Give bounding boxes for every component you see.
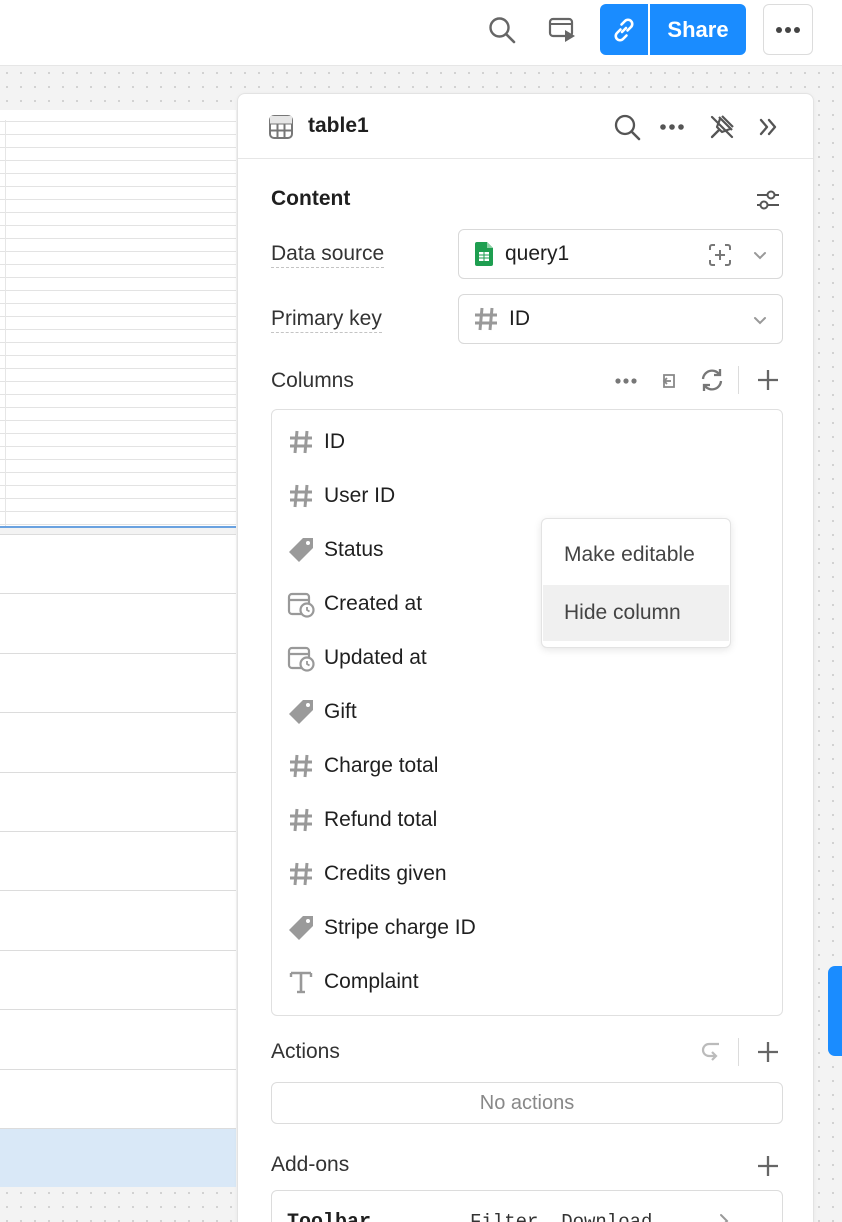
addon-name: Toolbar xyxy=(287,1211,371,1222)
table-row[interactable] xyxy=(0,890,236,950)
data-source-select[interactable]: query1 xyxy=(458,229,783,279)
table-row[interactable] xyxy=(0,712,236,772)
sliders-icon[interactable] xyxy=(752,184,784,216)
reset-icon[interactable] xyxy=(653,366,685,396)
menu-item-make-editable[interactable]: Make editable xyxy=(543,527,729,583)
content-section-title: Content xyxy=(271,187,351,210)
data-source-value: query1 xyxy=(505,242,570,265)
panel-header: table1 xyxy=(238,94,813,159)
column-label: Stripe charge ID xyxy=(324,916,476,939)
preview-icon[interactable] xyxy=(542,12,582,48)
table-icon xyxy=(268,114,294,145)
column-item[interactable]: Credits given xyxy=(286,859,447,889)
calendar-clock-icon xyxy=(286,589,316,619)
unpin-icon[interactable] xyxy=(706,111,738,143)
table-rows xyxy=(0,534,236,1188)
ellipsis-icon[interactable] xyxy=(610,366,642,396)
primary-key-label: Primary key xyxy=(271,307,382,333)
primary-key-value: ID xyxy=(509,307,530,330)
ellipsis-icon xyxy=(776,26,800,33)
column-label: Credits given xyxy=(324,862,447,885)
inspector-panel: table1 Content Data source query1 Primar… xyxy=(237,93,814,1222)
addons-title: Add-ons xyxy=(271,1153,350,1176)
divider xyxy=(738,366,739,394)
calendar-clock-icon xyxy=(286,643,316,673)
top-toolbar: Share xyxy=(0,0,842,66)
text-icon xyxy=(286,967,316,997)
column-label: Created at xyxy=(324,592,423,615)
tag-icon xyxy=(286,697,316,727)
add-column-icon[interactable] xyxy=(752,364,784,396)
table-component[interactable] xyxy=(0,110,236,528)
column-item[interactable]: Stripe charge ID xyxy=(286,913,476,943)
hash-icon xyxy=(473,306,499,332)
no-actions-placeholder: No actions xyxy=(271,1082,783,1124)
hash-icon xyxy=(286,859,316,889)
menu-item-hide-column[interactable]: Hide column xyxy=(543,585,729,641)
chevron-right-icon xyxy=(717,1213,731,1222)
column-item[interactable]: Status xyxy=(286,535,384,565)
link-icon[interactable] xyxy=(600,4,650,55)
tag-icon xyxy=(286,913,316,943)
column-label: User ID xyxy=(324,484,396,507)
chevron-down-icon xyxy=(752,312,768,328)
primary-key-select[interactable]: ID xyxy=(458,294,783,344)
addon-item-toolbar[interactable]: Toolbar Filter, Download xyxy=(271,1190,783,1222)
column-label: Gift xyxy=(324,700,357,723)
add-addon-icon[interactable] xyxy=(752,1150,784,1182)
hash-icon xyxy=(286,805,316,835)
column-label: Complaint xyxy=(324,970,419,993)
column-label: Refund total xyxy=(324,808,438,831)
table-row[interactable] xyxy=(0,652,236,713)
table-row[interactable] xyxy=(0,949,236,1010)
table-row[interactable] xyxy=(0,1068,236,1128)
addon-value: Filter, Download xyxy=(470,1211,653,1222)
column-context-menu: Make editable Hide column xyxy=(541,518,731,648)
column-label: Updated at xyxy=(324,646,427,669)
column-item[interactable]: Charge total xyxy=(286,751,438,781)
search-icon[interactable] xyxy=(611,111,643,143)
columns-list: ID User ID Status Created at Updated at … xyxy=(271,409,783,1016)
column-item[interactable]: Created at xyxy=(286,589,422,619)
hash-icon xyxy=(286,481,316,511)
ellipsis-icon[interactable] xyxy=(656,111,688,143)
column-item[interactable]: ID xyxy=(286,427,345,457)
share-group: Share xyxy=(600,4,746,55)
search-icon[interactable] xyxy=(482,12,522,48)
column-item[interactable]: User ID xyxy=(286,481,395,511)
table-row[interactable] xyxy=(0,1009,236,1069)
table-row[interactable] xyxy=(0,771,236,831)
table-row[interactable] xyxy=(0,593,236,653)
table-row[interactable] xyxy=(0,534,236,594)
table-row-selected[interactable] xyxy=(0,1127,236,1188)
column-item[interactable]: Refund total xyxy=(286,805,437,835)
chevron-down-icon xyxy=(752,247,768,263)
hash-icon xyxy=(286,751,316,781)
focus-target-icon[interactable] xyxy=(707,242,733,268)
divider xyxy=(738,1038,739,1066)
more-options-button[interactable] xyxy=(763,4,813,55)
actions-title: Actions xyxy=(271,1040,340,1063)
data-source-label: Data source xyxy=(271,242,385,268)
column-item[interactable]: Updated at xyxy=(286,643,427,673)
add-action-icon[interactable] xyxy=(752,1036,784,1068)
columns-title: Columns xyxy=(271,369,354,392)
table-row[interactable] xyxy=(0,830,236,891)
share-button[interactable]: Share xyxy=(650,4,746,55)
collapse-panel-icon[interactable] xyxy=(752,111,784,143)
tag-icon xyxy=(286,535,316,565)
undo-icon[interactable] xyxy=(696,1036,728,1068)
column-label: Status xyxy=(324,538,384,561)
component-name[interactable]: table1 xyxy=(308,114,369,138)
column-item[interactable]: Gift xyxy=(286,697,357,727)
hash-icon xyxy=(286,427,316,457)
google-sheets-icon xyxy=(475,242,493,266)
column-item[interactable]: Complaint xyxy=(286,967,419,997)
refresh-icon[interactable] xyxy=(696,364,728,396)
column-label: Charge total xyxy=(324,754,439,777)
column-label: ID xyxy=(324,430,345,453)
side-drawer-handle[interactable] xyxy=(828,966,842,1056)
